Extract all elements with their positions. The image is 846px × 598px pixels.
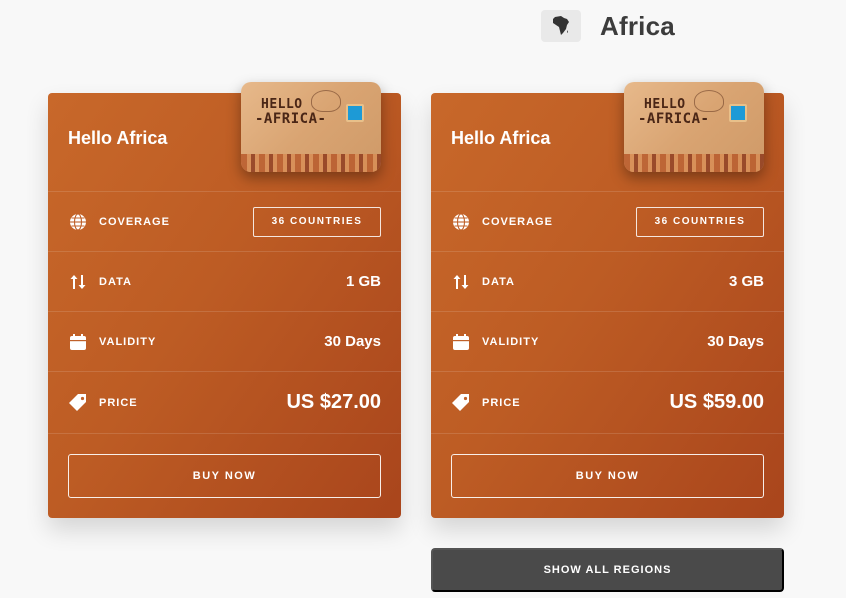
price-value: US $27.00 — [286, 391, 381, 413]
price-label: PRICE — [482, 396, 521, 409]
data-value: 3 GB — [728, 273, 764, 290]
data-row: DATA 1 GB — [48, 251, 401, 311]
plan-card: Hello Africa HELLO -AFRICA- COVERAGE 36 … — [431, 82, 784, 518]
globe-icon — [451, 212, 471, 232]
coverage-countries-button[interactable]: 36 COUNTRIES — [253, 206, 381, 237]
coverage-row: COVERAGE 36 COUNTRIES — [431, 191, 784, 251]
plan-title: Hello Africa — [68, 128, 168, 148]
sim-pattern — [624, 154, 764, 172]
divider — [431, 433, 784, 434]
calendar-icon — [68, 332, 88, 352]
coverage-label: COVERAGE — [99, 215, 170, 228]
up-down-arrows-icon — [451, 272, 471, 292]
price-row: PRICE US $27.00 — [48, 371, 401, 433]
globe-icon — [68, 212, 88, 232]
buy-now-button[interactable]: BUY NOW — [68, 454, 381, 498]
africa-map-icon — [541, 10, 581, 42]
region-title: Africa — [600, 10, 675, 41]
calendar-icon — [451, 332, 471, 352]
plan-card: Hello Africa HELLO -AFRICA- COVERAGE 36 … — [48, 82, 401, 518]
validity-label: VALIDITY — [482, 335, 540, 348]
plan-title: Hello Africa — [451, 128, 551, 148]
data-label: DATA — [99, 275, 132, 288]
validity-row: VALIDITY 30 Days — [48, 311, 401, 371]
coverage-countries-button[interactable]: 36 COUNTRIES — [636, 206, 764, 237]
price-value: US $59.00 — [669, 391, 764, 413]
validity-label: VALIDITY — [99, 335, 157, 348]
sim-card-image: HELLO -AFRICA- — [624, 82, 764, 172]
price-label: PRICE — [99, 396, 138, 409]
divider — [48, 433, 401, 434]
coverage-label: COVERAGE — [482, 215, 553, 228]
price-tag-icon — [451, 393, 471, 413]
show-all-regions-button[interactable]: SHOW ALL REGIONS — [431, 548, 784, 592]
validity-value: 30 Days — [324, 333, 381, 350]
data-label: DATA — [482, 275, 515, 288]
validity-row: VALIDITY 30 Days — [431, 311, 784, 371]
sim-pattern — [241, 154, 381, 172]
data-row: DATA 3 GB — [431, 251, 784, 311]
validity-value: 30 Days — [707, 333, 764, 350]
data-value: 1 GB — [345, 273, 381, 290]
sim-card-image: HELLO -AFRICA- — [241, 82, 381, 172]
buy-now-button[interactable]: BUY NOW — [451, 454, 764, 498]
sim-card-art-text: HELLO -AFRICA- — [255, 97, 327, 127]
sim-chip-icon — [346, 104, 364, 122]
region-header: Africa — [541, 10, 675, 42]
price-tag-icon — [68, 393, 88, 413]
up-down-arrows-icon — [68, 272, 88, 292]
sim-card-art-text: HELLO -AFRICA- — [638, 97, 710, 127]
coverage-row: COVERAGE 36 COUNTRIES — [48, 191, 401, 251]
sim-chip-icon — [729, 104, 747, 122]
price-row: PRICE US $59.00 — [431, 371, 784, 433]
